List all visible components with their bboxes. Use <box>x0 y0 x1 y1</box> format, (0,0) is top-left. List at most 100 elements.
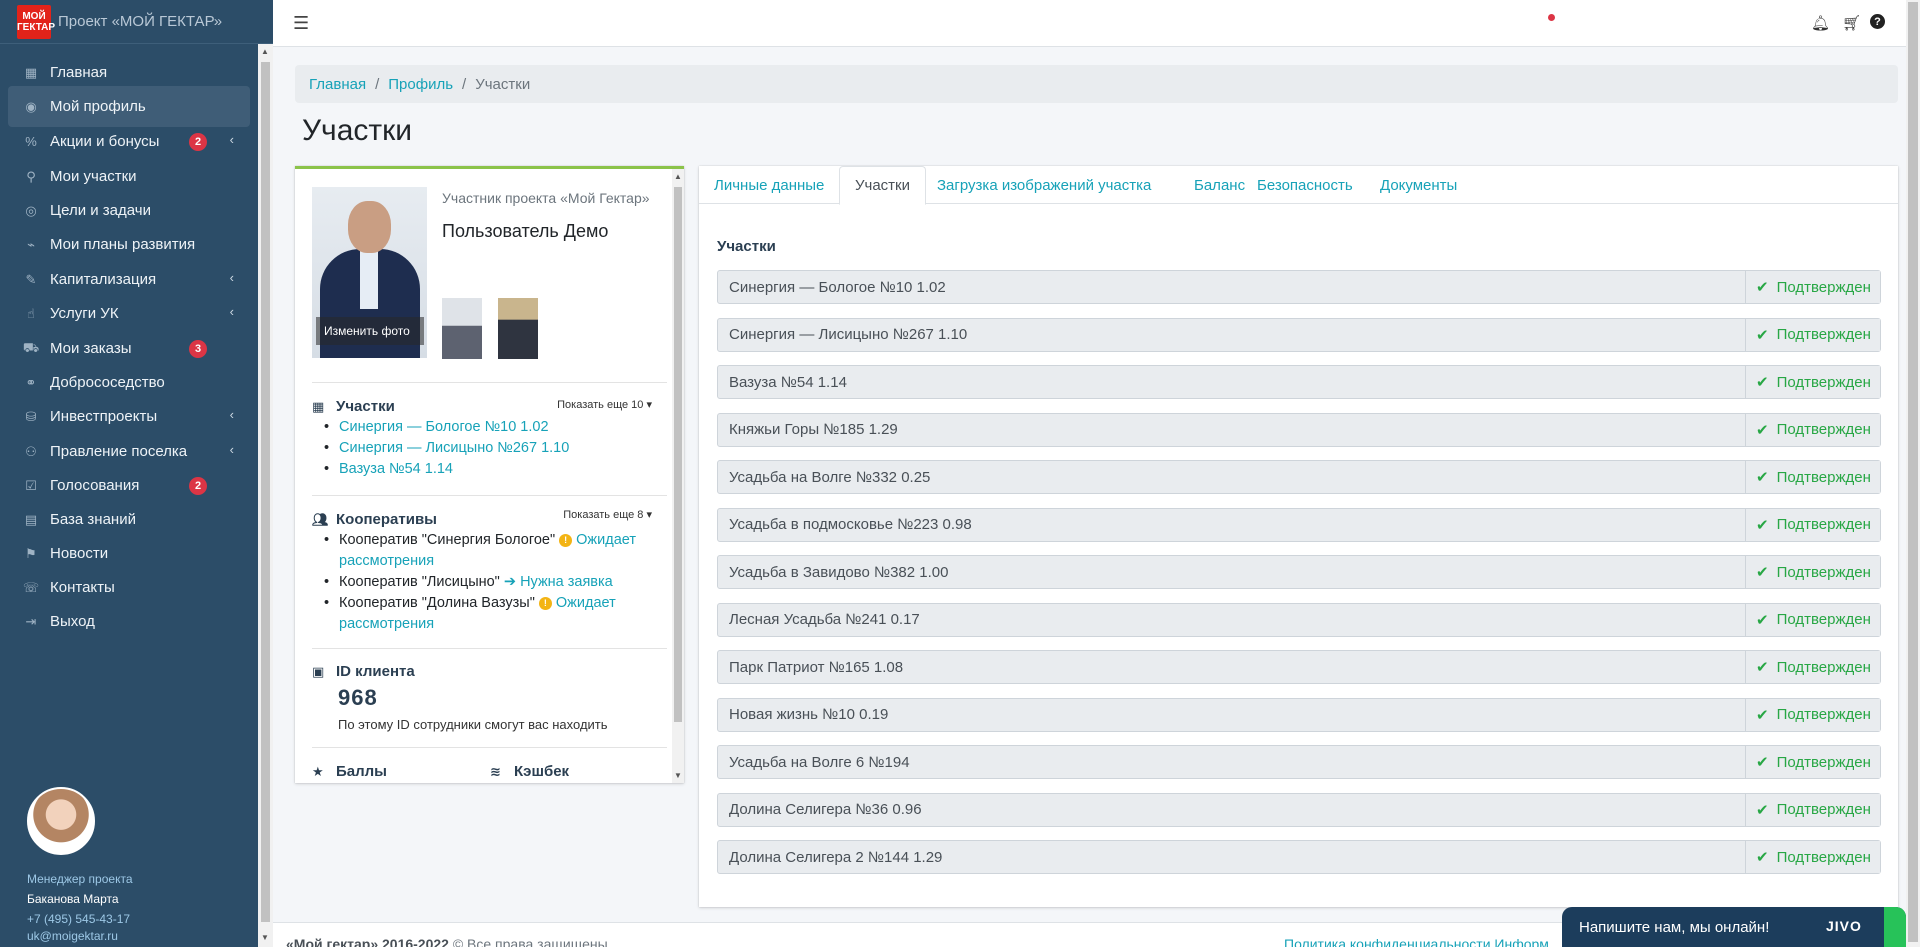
user-circle-icon: ◉ <box>25 98 37 114</box>
plot-status: ✔ Подтвержден <box>1745 603 1880 636</box>
chevron-left-icon[interactable]: ‹ <box>230 270 234 285</box>
page-scrollbar[interactable] <box>1906 0 1920 947</box>
count-badge: 2 <box>189 477 207 495</box>
sidebar-item[interactable]: ⇥ Выход <box>8 601 250 642</box>
check-icon: ✔ <box>1756 849 1769 866</box>
scroll-up-arrow-icon[interactable]: ▲ <box>261 47 269 56</box>
plot-name: Лесная Усадьба №241 0.17 <box>729 611 920 628</box>
plot-status: ✔ Подтвержден <box>1745 461 1880 493</box>
plots-section-title: ▦ Участки <box>312 398 395 415</box>
change-photo-button[interactable]: Изменить фото <box>316 317 424 345</box>
chevron-left-icon[interactable]: ‹ <box>230 407 234 422</box>
breadcrumb-profile[interactable]: Профиль <box>388 76 453 93</box>
plot-row: Княжьи Горы №185 1.29 ✔ Подтвержден <box>717 412 1881 447</box>
client-id-value: 968 <box>338 685 378 710</box>
sidebar-item-label: Голосования <box>50 477 140 494</box>
map-pin-icon: ⚲ <box>26 168 36 184</box>
cart-icon[interactable]: 🛒︎ <box>1842 14 1861 32</box>
footer-copyright: «Мой гектар» 2016-2022 © Все права защищ… <box>286 936 612 947</box>
coop-status-link[interactable]: ➔ Нужна заявка <box>504 574 613 590</box>
plot-status-label: Подтвержден <box>1776 658 1871 676</box>
cart-icon: ⛟ <box>22 339 40 355</box>
profile-plots-list: Синергия — Бологое №10 1.02 Синергия — Ли… <box>322 417 662 480</box>
tab-bar: Личные данные Участки Загрузка изображен… <box>699 166 1898 205</box>
plot-name: Усадьба на Волге 6 №194 <box>729 753 910 771</box>
plot-row: Долина Селигера №36 0.96 ✔ Подтвержден <box>717 792 1881 827</box>
tab-upload-images[interactable]: Загрузка изображений участка <box>922 166 1166 205</box>
sidebar-item-label: Главная <box>50 64 108 81</box>
divider <box>312 382 667 383</box>
footer-links[interactable]: Политика конфиденциальности Информ <box>1284 936 1549 947</box>
divider <box>312 648 667 649</box>
plots-show-more[interactable]: Показать еще 10 ▾ <box>557 398 652 411</box>
profile-card-scroll-thumb[interactable] <box>674 187 682 722</box>
sidebar-item-label: Мои участки <box>50 168 137 185</box>
plots-card: Личные данные Участки Загрузка изображен… <box>699 166 1898 907</box>
sidebar-scroll-thumb[interactable] <box>261 62 270 922</box>
chevron-left-icon[interactable]: ‹ <box>230 304 234 319</box>
cashback-title: ≋ Кэшбек <box>490 763 570 780</box>
plot-status-label: Подтвержден <box>1776 516 1871 533</box>
plot-name: Княжьи Горы №185 1.29 <box>729 421 898 438</box>
tab-personal-data[interactable]: Личные данные <box>699 166 839 205</box>
page-scroll-thumb[interactable] <box>1908 2 1918 942</box>
tab-documents[interactable]: Документы <box>1365 166 1472 205</box>
chevron-left-icon[interactable]: ‹ <box>230 442 234 457</box>
sidebar-scrollbar[interactable]: ▲ ▼ <box>258 44 273 947</box>
map-icon: ▦ <box>312 398 325 414</box>
plot-name: Синергия — Бологое №10 1.02 <box>729 278 946 296</box>
scroll-up-arrow-icon[interactable]: ▲ <box>674 172 682 181</box>
manager-role: Менеджер проекта <box>27 872 133 886</box>
profile-plot-link[interactable]: Синергия — Бологое №10 1.02 <box>339 419 549 435</box>
check-icon: ✔ <box>1756 374 1769 391</box>
coops-show-more[interactable]: Показать еще 8 ▾ <box>563 508 652 521</box>
bell-icon[interactable]: 🔔︎ <box>1811 14 1830 32</box>
plot-status-label: Подтвержден <box>1776 468 1871 486</box>
scroll-down-arrow-icon[interactable]: ▼ <box>674 771 682 780</box>
help-icon[interactable]: ? <box>1870 14 1885 29</box>
hamburger-menu-icon[interactable]: ☰ <box>293 13 309 34</box>
profile-card-scrollbar[interactable]: ▲ ▼ <box>672 169 684 783</box>
plot-row: Усадьба на Волге 6 №194 ✔ Подтвержден <box>717 745 1881 779</box>
count-badge: 2 <box>189 133 207 151</box>
sidebar-item-label: Мои заказы <box>50 340 132 357</box>
coops-section-title: 👥︎ Кооперативы <box>312 511 437 528</box>
sidebar-item-label: Добрососедство <box>50 374 165 391</box>
chevron-left-icon[interactable]: ‹ <box>230 132 234 147</box>
plots-heading: Участки <box>717 238 776 255</box>
edit-icon: ✎ <box>25 271 37 287</box>
notification-dot <box>1548 14 1555 21</box>
chat-widget[interactable]: Напишите нам, мы онлайн! JIVO <box>1562 907 1906 947</box>
chat-widget-text: Напишите нам, мы онлайн! <box>1579 918 1770 936</box>
plot-status-label: Подтвержден <box>1776 801 1871 818</box>
profile-plot-link[interactable]: Синергия — Лисицыно №267 1.10 <box>339 440 569 456</box>
tab-plots[interactable]: Участки <box>839 166 926 205</box>
plot-status-label: Подтвержден <box>1776 421 1871 438</box>
manager-email[interactable]: uk@moigektar.ru <box>27 929 133 943</box>
divider <box>312 495 667 496</box>
profile-plot-item: Вазуза №54 1.14 <box>322 459 662 480</box>
plot-row: Долина Селигера 2 №144 1.29 ✔ Подтвержден <box>717 840 1881 874</box>
warning-icon: ! <box>559 534 573 547</box>
tab-security[interactable]: Безопасность <box>1242 166 1368 205</box>
manager-phone[interactable]: +7 (495) 545-43-17 <box>27 912 133 926</box>
users-icon: 👥︎ <box>312 511 329 527</box>
brand[interactable]: МОЙ ГЕКТАР Проект «МОЙ ГЕКТАР» <box>0 0 273 44</box>
sidebar-item-label: Новости <box>50 545 109 562</box>
profile-plot-item: Синергия — Бологое №10 1.02 <box>322 417 662 438</box>
sidebar-item-label: Выход <box>50 613 95 630</box>
plot-status: ✔ Подтвержден <box>1745 366 1880 398</box>
plot-name: Новая жизнь №10 0.19 <box>729 706 889 723</box>
photo-thumbnail[interactable] <box>442 298 482 359</box>
photo-thumbnail[interactable] <box>498 298 538 359</box>
plot-row: Усадьба на Волге №332 0.25 ✔ Подтвержден <box>717 460 1881 494</box>
chart-icon: ⌁ <box>27 236 35 252</box>
profile-plot-link[interactable]: Вазуза №54 1.14 <box>339 461 453 477</box>
profile-role: Участник проекта «Мой Гектар» <box>442 190 650 206</box>
check-icon: ✔ <box>1756 469 1769 486</box>
breadcrumb-home[interactable]: Главная <box>309 76 366 93</box>
profile-photo[interactable]: Изменить фото <box>312 187 427 358</box>
plot-status-label: Подтвержден <box>1776 611 1871 628</box>
plot-status-label: Подтвержден <box>1776 326 1871 343</box>
scroll-down-arrow-icon[interactable]: ▼ <box>261 933 269 942</box>
